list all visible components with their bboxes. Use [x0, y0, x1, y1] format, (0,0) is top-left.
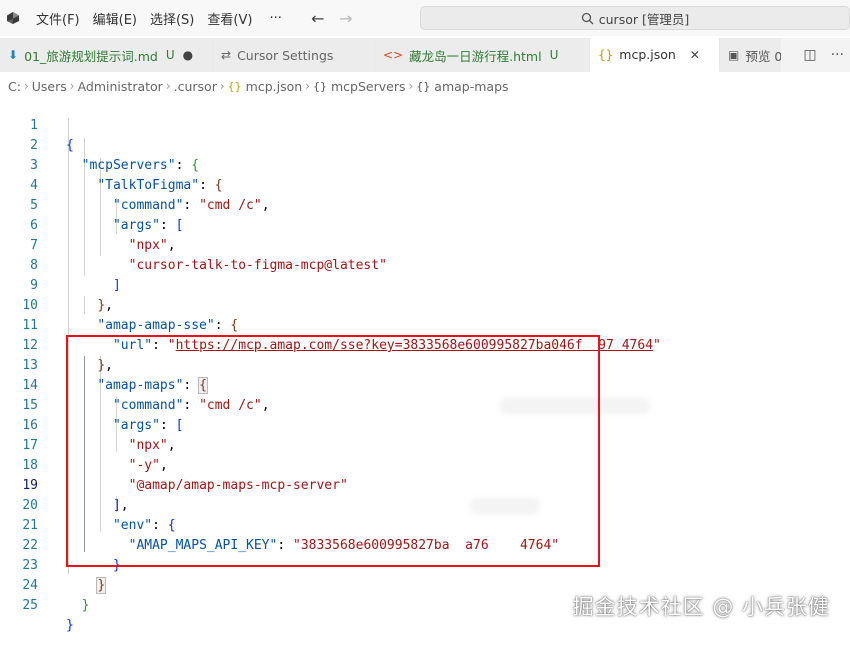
menu-selection[interactable]: 选择(S)	[150, 9, 194, 28]
forward-arrow-icon[interactable]: →	[332, 9, 360, 28]
tab-label: Cursor Settings	[237, 47, 334, 63]
line-number: 25	[22, 598, 38, 613]
tab-label: mcp.json	[619, 47, 676, 62]
code-line: 20 "env": {	[0, 476, 850, 533]
chevron-right-icon: ›	[408, 79, 414, 93]
code-line: 23 }	[0, 536, 850, 594]
object-braces-icon: {}	[416, 79, 431, 93]
code-line: 11 "url": "https://mcp.amap.com/sse?key=…	[0, 296, 850, 353]
tab-travel-prompt-md[interactable]: ⬇ 01_旅游规划提示词.md U ●	[0, 38, 213, 72]
unsaved-dot-icon[interactable]: ●	[183, 48, 193, 62]
breadcrumb-item[interactable]: mcpServers	[331, 79, 406, 94]
settings-icon: ⇄	[221, 48, 232, 62]
untracked-badge: U	[165, 48, 175, 62]
breadcrumb-item[interactable]: Users	[32, 79, 67, 94]
breadcrumb-item[interactable]: .cursor	[174, 79, 217, 94]
code-line: 1 {	[0, 96, 850, 153]
menu-view[interactable]: 查看(V)	[207, 9, 252, 28]
chevron-right-icon: ›	[23, 79, 29, 93]
code-line: 10 "amap-amap-sse": {	[0, 276, 850, 333]
breadcrumb-item[interactable]: mcp.json	[246, 79, 303, 94]
code-line: 21 "AMAP_MAPS_API_KEY": "3833568e6009958…	[0, 496, 850, 553]
back-arrow-icon[interactable]: ←	[304, 9, 332, 28]
code-line: 7 "cursor-talk-to-figma-mcp@latest"	[0, 216, 850, 273]
tab-label: 01_旅游规划提示词.md	[24, 48, 158, 64]
tab-actions: ◫ ···	[781, 38, 850, 72]
tab-cursor-settings[interactable]: ⇄ Cursor Settings	[213, 38, 375, 72]
menu-more-button[interactable]: ···	[269, 11, 281, 26]
cursor-logo-icon	[7, 12, 19, 24]
more-actions-icon[interactable]: ···	[831, 47, 844, 63]
code-line: 15 "args": [	[0, 376, 850, 433]
chevron-right-icon: ›	[165, 79, 171, 93]
code-line: 24 }	[0, 556, 850, 613]
code-line: 6 "npx",	[0, 196, 850, 253]
chevron-right-icon: ›	[69, 79, 75, 93]
code-line: 4 "command": "cmd /c",	[0, 156, 850, 213]
editor-tab-bar: ⬇ 01_旅游规划提示词.md U ● ⇄ Cursor Settings <>…	[0, 38, 850, 72]
json-braces-icon: {}	[598, 47, 614, 62]
watermark: 掘金技术社区 @ 小兵张健	[572, 595, 830, 619]
tab-canglong-html[interactable]: <> 藏龙岛一日游行程.html U	[375, 38, 590, 72]
code-line: 9 },	[0, 256, 850, 313]
code-line: 19 ],	[0, 456, 850, 513]
command-center-label: cursor [管理员]	[598, 11, 690, 27]
breadcrumb-item[interactable]: amap-maps	[434, 79, 508, 94]
chevron-right-icon: ›	[219, 79, 225, 93]
search-icon	[581, 12, 594, 24]
code-line: 13 "amap-maps": {	[0, 336, 850, 394]
breadcrumb-item[interactable]: Administrator	[78, 79, 163, 94]
code-line: 16 "npx",	[0, 396, 850, 453]
code-line: 14 "command": "cmd /c",	[0, 356, 850, 413]
code-line: 17 "-y",	[0, 416, 850, 473]
code-line: 12 },	[0, 316, 850, 373]
tab-label: 藏龙岛一日游行程.html	[409, 48, 542, 64]
markdown-download-icon: ⬇	[8, 48, 19, 62]
preview-icon: ▣	[728, 48, 740, 62]
breadcrumb-item[interactable]: C:	[8, 79, 21, 94]
menu-file[interactable]: 文件(F)	[36, 9, 80, 28]
code-line: 2 "mcpServers": {	[0, 116, 850, 173]
html-code-icon: <>	[383, 48, 404, 62]
code-line: 22 }	[0, 516, 850, 573]
breadcrumb: C: › Users › Administrator › .cursor › {…	[8, 77, 509, 95]
command-center-search[interactable]: cursor [管理员]	[420, 6, 850, 30]
menu-edit[interactable]: 编辑(E)	[93, 9, 137, 28]
chevron-right-icon: ›	[305, 79, 310, 93]
title-bar: 文件(F) 编辑(E) 选择(S) 查看(V) ··· ← → cursor […	[0, 0, 850, 36]
code-content: }	[66, 618, 74, 633]
code-editor[interactable]: 1 { 2 "mcpServers": { 3 "TalkToFigma": {…	[0, 96, 850, 642]
tab-mcp-json[interactable]: {} mcp.json ✕	[590, 38, 720, 72]
tab-label: 预览 0	[745, 48, 783, 64]
code-line: 8 ]	[0, 236, 850, 293]
close-icon[interactable]: ✕	[690, 48, 700, 62]
code-content: }	[81, 598, 90, 613]
code-line: 5 "args": [	[0, 176, 850, 233]
code-line: 3 "TalkToFigma": {	[0, 136, 850, 193]
object-braces-icon: {}	[312, 79, 327, 93]
split-editor-icon[interactable]: ◫	[803, 47, 816, 63]
code-line: 18 "@amap/amap-maps-mcp-server"	[0, 436, 850, 493]
redaction-blur	[470, 498, 540, 514]
untracked-badge: U	[549, 48, 559, 62]
json-braces-icon: {}	[227, 79, 242, 93]
